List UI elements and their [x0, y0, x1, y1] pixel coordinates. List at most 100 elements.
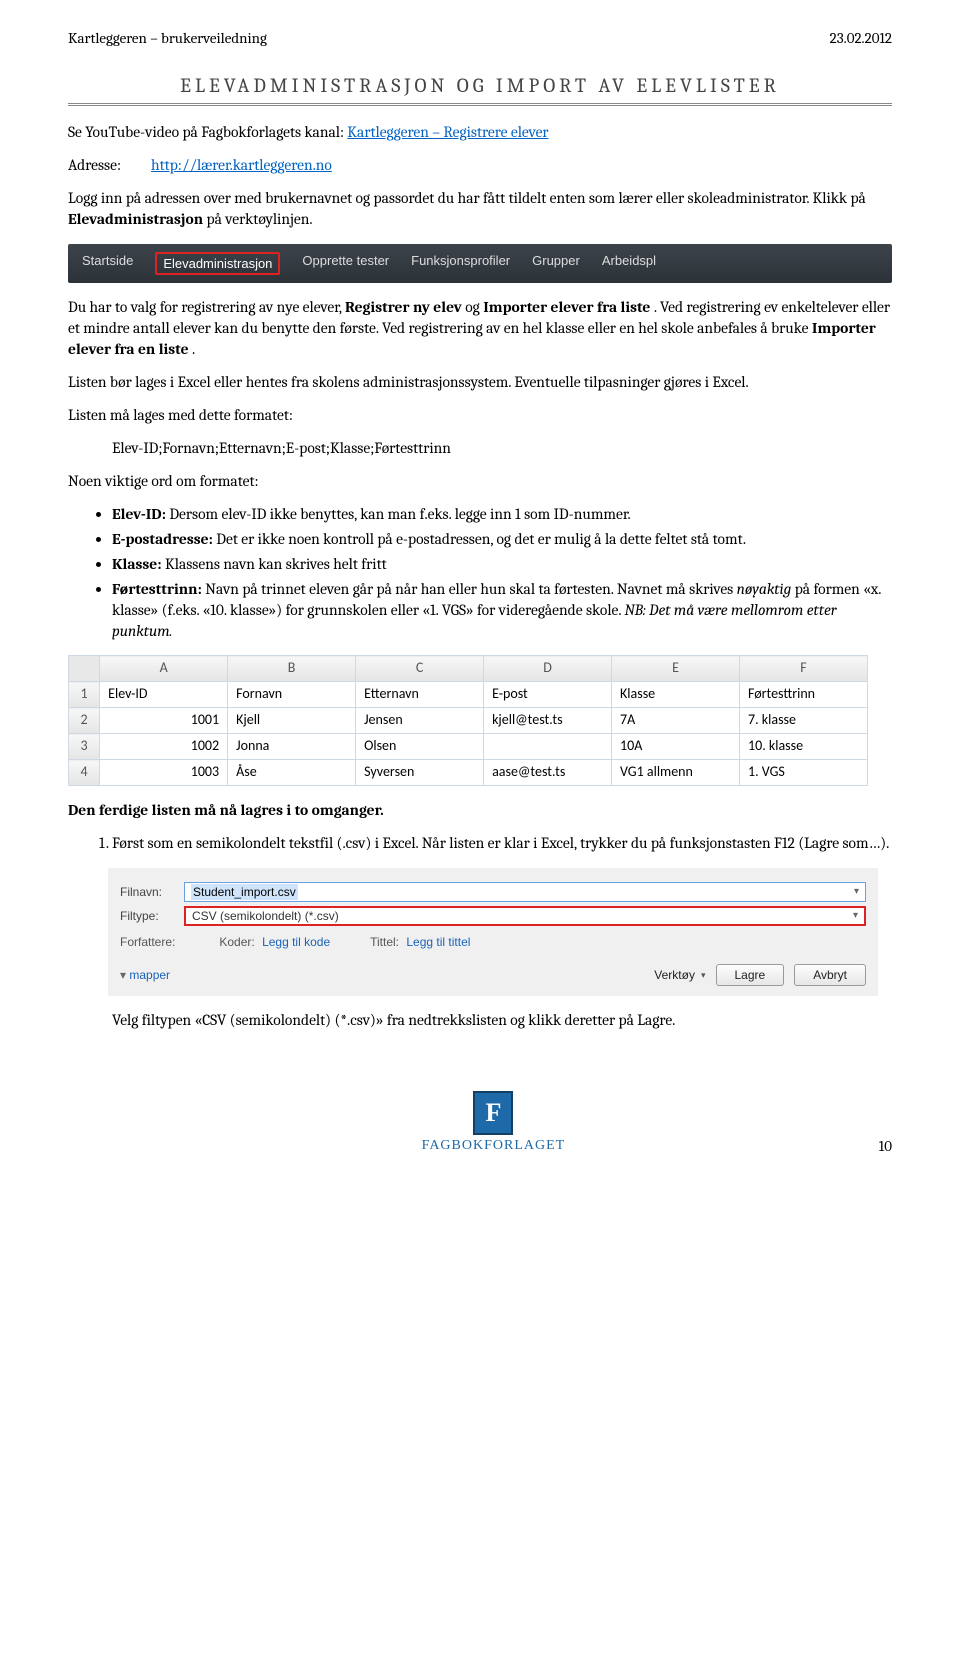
excel-recommendation: Listen bør lages i Excel eller hentes fr…: [68, 372, 892, 393]
text: Klassens navn kan skrives helt fritt: [165, 555, 387, 573]
nav-item-arbeidspl[interactable]: Arbeidspl: [602, 252, 656, 276]
page-title: ELEVADMINISTRASJON OG IMPORT AV ELEVLIST…: [68, 72, 892, 99]
youtube-link[interactable]: Kartleggeren – Registrere elever: [347, 123, 548, 141]
cell: Fornavn: [228, 682, 356, 708]
table-row: 3 1002 Jonna Olsen 10A 10. klasse: [69, 734, 868, 760]
save-metadata: Forfattere: Koder: Legg til kode Tittel:…: [120, 934, 866, 950]
text-bold: Førtesttrinn:: [112, 580, 202, 598]
cell: 1. VGS: [740, 760, 868, 786]
text: på verktøylinjen.: [207, 210, 313, 228]
filetype-label: Filtype:: [120, 908, 176, 924]
nav-bar: Startside Elevadministrasjon Opprette te…: [68, 244, 892, 284]
address-link[interactable]: http://lærer.kartleggeren.no: [151, 155, 332, 176]
col-header: E: [612, 656, 740, 682]
row-header: 4: [69, 760, 100, 786]
list-item: Elev-ID: Dersom elev-ID ikke benyttes, k…: [112, 504, 892, 525]
table-row: 4 1003 Åse Syversen aase@test.ts VG1 all…: [69, 760, 868, 786]
filename-input[interactable]: Student_import.csv: [184, 882, 866, 902]
cell: Førtesttrinn: [740, 682, 868, 708]
cell: 1002: [100, 734, 228, 760]
intro-youtube-line: Se YouTube-video på Fagbokforlagets kana…: [68, 122, 892, 143]
row-header: 1: [69, 682, 100, 708]
save-dialog: Filnavn: Student_import.csv Filtype: CSV…: [108, 868, 878, 996]
post-save-instruction: Velg filtypen «CSV (semikolondelt) (*.cs…: [112, 1010, 892, 1031]
text: Du har to valg for registrering av nye e…: [68, 298, 345, 316]
cell: 1001: [100, 708, 228, 734]
col-header: C: [356, 656, 484, 682]
row-header: 3: [69, 734, 100, 760]
authors-label: Forfattere:: [120, 935, 175, 949]
steps-list: Først som en semikolondelt tekstfil (.cs…: [112, 833, 892, 854]
cell: Syversen: [356, 760, 484, 786]
save-button[interactable]: Lagre: [716, 964, 785, 986]
format-notes-intro: Noen viktige ord om formatet:: [68, 471, 892, 492]
nav-item-opprette-tester[interactable]: Opprette tester: [302, 252, 389, 276]
cell: kjell@test.ts: [484, 708, 612, 734]
text-bold: Klasse:: [112, 555, 162, 573]
format-notes-list: Elev-ID: Dersom elev-ID ikke benyttes, k…: [112, 504, 892, 642]
page-number: 10: [879, 1136, 892, 1156]
title-divider: [68, 103, 892, 106]
format-string: Elev-ID;Fornavn;Etternavn;E-post;Klasse;…: [112, 438, 892, 459]
format-intro: Listen må lages med dette formatet:: [68, 405, 892, 426]
cell: Jonna: [228, 734, 356, 760]
filetype-value: CSV (semikolondelt) (*.csv): [192, 908, 339, 924]
cell: Kjell: [228, 708, 356, 734]
cell: Elev-ID: [100, 682, 228, 708]
title-value[interactable]: Legg til tittel: [406, 935, 470, 949]
list-item: Førtesttrinn: Navn på trinnet eleven går…: [112, 579, 892, 642]
logo-badge: F: [473, 1091, 513, 1135]
text: Logg inn på adressen over med brukernavn…: [68, 189, 866, 207]
cell: 10. klasse: [740, 734, 868, 760]
nav-item-elevadministrasjon[interactable]: Elevadministrasjon: [155, 252, 280, 276]
text: .: [192, 340, 195, 358]
list-item: E-postadresse: Det er ikke noen kontroll…: [112, 529, 892, 550]
save-heading: Den ferdige listen må nå lagres i to omg…: [68, 800, 892, 821]
cancel-button[interactable]: Avbryt: [794, 964, 866, 986]
cell: 7. klasse: [740, 708, 868, 734]
filename-label: Filnavn:: [120, 884, 176, 900]
title-label: Tittel:: [370, 935, 399, 949]
list-item: Klasse: Klassens navn kan skrives helt f…: [112, 554, 892, 575]
cell: Klasse: [612, 682, 740, 708]
col-header: F: [740, 656, 868, 682]
doc-header-left: Kartleggeren – brukerveiledning: [68, 28, 267, 48]
text-bold: Elevadministrasjon: [68, 210, 203, 228]
nav-item-funksjonsprofiler[interactable]: Funksjonsprofiler: [411, 252, 510, 276]
folders-link[interactable]: mapper: [120, 967, 170, 983]
row-header: 2: [69, 708, 100, 734]
tools-dropdown[interactable]: Verktøy: [654, 967, 705, 983]
col-header: B: [228, 656, 356, 682]
cell: aase@test.ts: [484, 760, 612, 786]
col-header: D: [484, 656, 612, 682]
doc-header-date: 23.02.2012: [830, 28, 892, 48]
login-instruction: Logg inn på adressen over med brukernavn…: [68, 188, 892, 230]
cell: 10A: [612, 734, 740, 760]
address-label: Adresse:: [68, 155, 121, 176]
publisher-logo: F FAGBOKFORLAGET: [422, 1091, 566, 1156]
text-bold: Elev-ID:: [112, 505, 166, 523]
text: Navn på trinnet eleven går på når han el…: [205, 580, 736, 598]
text: Se YouTube-video på Fagbokforlagets kana…: [68, 123, 347, 141]
cell: Jensen: [356, 708, 484, 734]
cell: 1003: [100, 760, 228, 786]
text-bold: Importer elever fra liste: [483, 298, 650, 316]
step-1: Først som en semikolondelt tekstfil (.cs…: [112, 833, 892, 854]
corner-cell: [69, 656, 100, 682]
text: Det er ikke noen kontroll på e-postadres…: [216, 530, 746, 548]
nav-item-startside[interactable]: Startside: [82, 252, 133, 276]
excel-table: A B C D E F 1 Elev-ID Fornavn Etternavn …: [68, 655, 868, 785]
text-bold: E-postadresse:: [112, 530, 213, 548]
cell: [484, 734, 612, 760]
filetype-dropdown[interactable]: CSV (semikolondelt) (*.csv): [184, 906, 866, 926]
nav-item-grupper[interactable]: Grupper: [532, 252, 580, 276]
table-col-headers: A B C D E F: [69, 656, 868, 682]
cell: Etternavn: [356, 682, 484, 708]
cell: Åse: [228, 760, 356, 786]
cell: VG1 allmenn: [612, 760, 740, 786]
filename-value: Student_import.csv: [191, 884, 298, 900]
text: og: [465, 298, 483, 316]
codes-value[interactable]: Legg til kode: [262, 935, 330, 949]
cell: 7A: [612, 708, 740, 734]
logo-text: FAGBOKFORLAGET: [422, 1137, 566, 1156]
